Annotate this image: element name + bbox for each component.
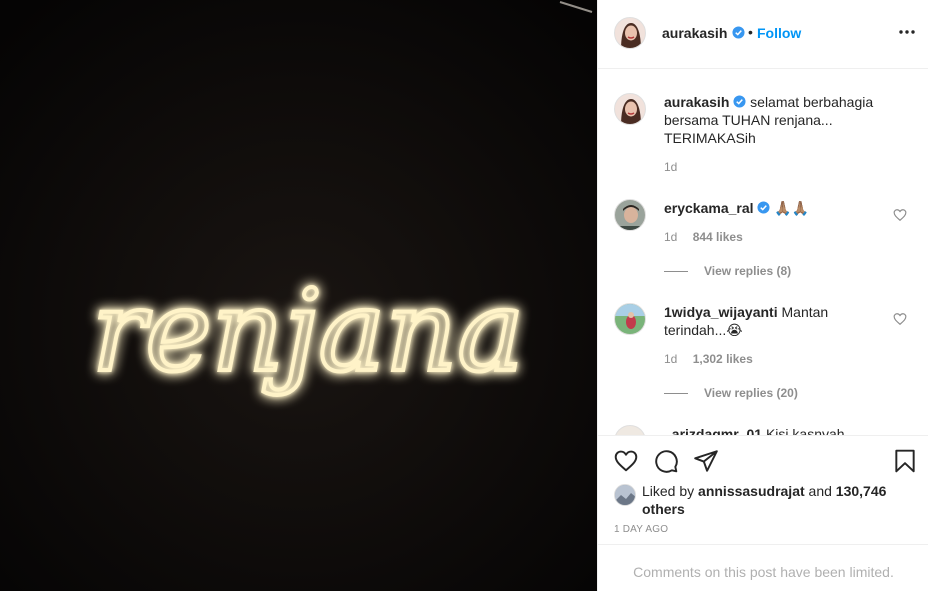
- commenter-avatar[interactable]: [614, 425, 646, 435]
- post-header: aurakasih • Follow: [598, 0, 928, 69]
- comments-limited-notice: Comments on this post have been limited.: [598, 544, 928, 591]
- follow-button[interactable]: Follow: [757, 25, 801, 41]
- verified-badge-icon: [732, 26, 745, 39]
- caption-username[interactable]: aurakasih: [664, 94, 729, 110]
- comment-meta: 1d 844 likes: [664, 230, 743, 244]
- view-replies-label: View replies (20): [704, 386, 798, 400]
- comment-username[interactable]: _arizdaqmr_01: [664, 426, 762, 435]
- post-timestamp[interactable]: 1 DAY AGO: [614, 524, 668, 535]
- comment-username[interactable]: eryckama_ral: [664, 200, 754, 216]
- neon-sign-image: renjana: [0, 0, 597, 591]
- comment-icon[interactable]: [653, 448, 679, 474]
- comments-list[interactable]: aurakasih selamat berbahagia bersama TUH…: [598, 69, 928, 435]
- comment-time[interactable]: 1d: [664, 230, 677, 244]
- liker-avatar[interactable]: [614, 484, 636, 506]
- bookmark-icon[interactable]: [892, 448, 918, 474]
- verified-badge-icon: [733, 95, 746, 108]
- comment-like-heart-icon[interactable]: [893, 312, 907, 326]
- commenter-avatar[interactable]: [614, 199, 646, 231]
- comment-likes[interactable]: 844 likes: [693, 230, 743, 244]
- view-replies-label: View replies (8): [704, 264, 792, 278]
- replies-divider: [664, 271, 688, 273]
- separator-dot: •: [748, 24, 753, 40]
- comment-time[interactable]: 1d: [664, 352, 677, 366]
- liked-by-username[interactable]: annissasudrajat: [698, 483, 805, 499]
- post-media[interactable]: renjana: [0, 0, 597, 591]
- commenter-avatar[interactable]: [614, 303, 646, 335]
- caption-time[interactable]: 1d: [664, 160, 677, 174]
- view-replies-button[interactable]: View replies (8): [664, 264, 791, 278]
- comment-text-block: 1widya_wijayanti Mantan terindah...😭: [664, 303, 889, 339]
- neon-renjana-text: renjana: [92, 267, 524, 397]
- comment-likes[interactable]: 1,302 likes: [693, 352, 753, 366]
- comment-text-block: _arizdaqmr_01 Kisi kasnyah: [664, 425, 889, 435]
- author-username[interactable]: aurakasih: [662, 25, 727, 41]
- share-icon[interactable]: [693, 448, 719, 474]
- comment-text: Kisi kasnyah: [765, 426, 845, 435]
- caption-avatar[interactable]: [614, 93, 646, 125]
- replies-divider: [664, 393, 688, 395]
- comment-meta: 1d 1,302 likes: [664, 352, 753, 366]
- comment-like-heart-icon[interactable]: [893, 208, 907, 222]
- caption-text-block: aurakasih selamat berbahagia bersama TUH…: [664, 93, 889, 147]
- caption-meta: 1d: [664, 160, 677, 174]
- comment-text: 🙏🏽🙏🏽: [774, 200, 810, 216]
- heart-icon[interactable]: [613, 448, 639, 474]
- post-side-panel: aurakasih • Follow aurakasih selamat ber…: [597, 0, 928, 591]
- author-avatar[interactable]: [614, 17, 646, 49]
- view-replies-button[interactable]: View replies (20): [664, 386, 798, 400]
- liked-by-prefix: Liked by: [642, 483, 695, 499]
- more-options-icon[interactable]: [897, 22, 917, 42]
- comment-username[interactable]: 1widya_wijayanti: [664, 304, 778, 320]
- comment-text-block: eryckama_ral 🙏🏽🙏🏽: [664, 199, 889, 217]
- liked-by-and: and: [808, 483, 832, 499]
- verified-badge-icon: [757, 201, 770, 214]
- post-actions-section: Liked by annissasudrajat and 130,746 oth…: [598, 435, 928, 591]
